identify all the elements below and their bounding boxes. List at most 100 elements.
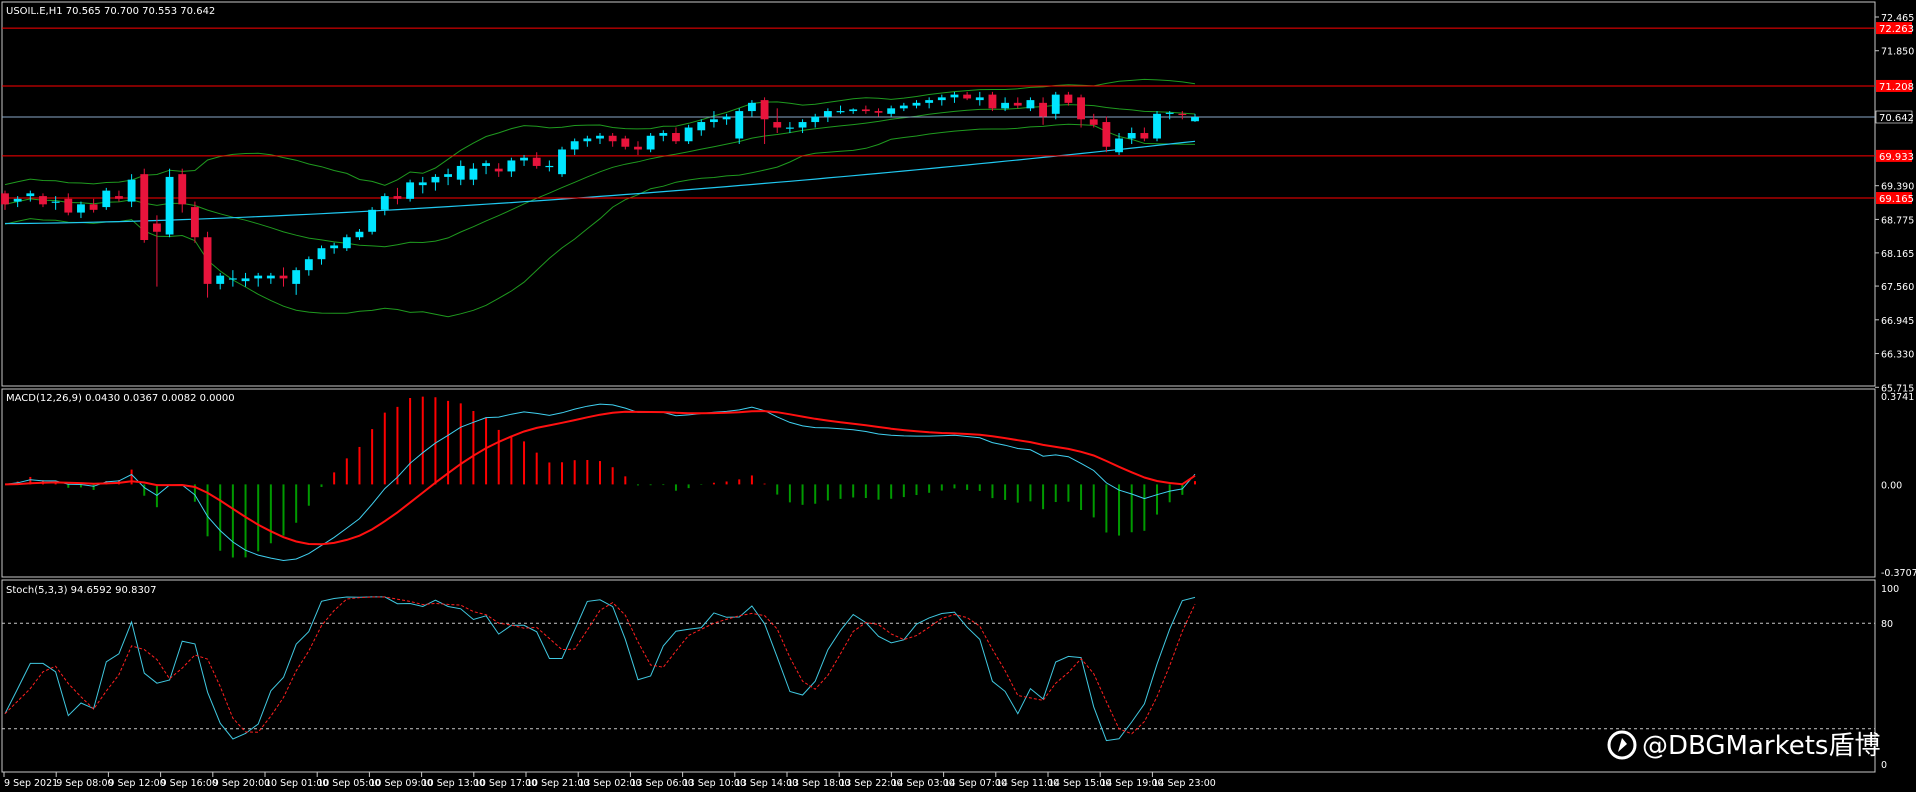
bid-tag-label: 70.642 (1879, 113, 1914, 124)
candle-body (380, 196, 389, 210)
candle-body (1089, 119, 1098, 125)
stoch-tick-label: 100 (1881, 584, 1899, 595)
candle-body (583, 138, 592, 142)
candle-body (165, 176, 174, 235)
candle-body (127, 179, 136, 202)
time-tick-label: 9 Sep 12:00 (108, 778, 165, 789)
level-tag-label: 69.165 (1879, 194, 1914, 205)
candle-body (570, 141, 579, 150)
macd-tick-label: -0.3707 (1881, 568, 1916, 579)
candle-body (621, 138, 630, 147)
stoch-header: Stoch(5,3,3) 94.6592 90.8307 (6, 585, 157, 596)
macd-panel-frame (1, 388, 1876, 578)
candle-body (887, 108, 896, 114)
candle-body (963, 94, 972, 99)
candle-body (456, 165, 465, 180)
candle-body (760, 100, 769, 120)
candle-body (507, 160, 516, 172)
price-tick-label: 66.945 (1881, 316, 1914, 327)
candle-body (342, 237, 351, 249)
price-tick-label: 68.165 (1881, 249, 1914, 260)
candle-body (1001, 102, 1010, 109)
candle-body (482, 163, 490, 166)
candle-body (51, 201, 60, 203)
candle-body (292, 270, 301, 284)
stoch-panel-frame (1, 579, 1876, 773)
candle-body (646, 135, 655, 150)
candle-body (494, 168, 503, 172)
candle-body (279, 275, 288, 279)
stoch-tick-label: 80 (1881, 619, 1893, 630)
watermark-text: @DBGMarkets盾博 (1642, 731, 1880, 761)
candle-body (203, 237, 212, 284)
level-tag-label: 69.933 (1879, 152, 1914, 163)
logo-flame-icon (1618, 738, 1627, 752)
candle-body (254, 275, 263, 279)
candle-body (874, 111, 883, 113)
macd-tick-label: 0.3741 (1881, 392, 1914, 403)
macd-layer (4, 396, 1196, 562)
candle-body (1140, 133, 1149, 139)
candle-body (64, 198, 73, 213)
candle-body (77, 204, 85, 213)
candle-body (1178, 113, 1187, 116)
candle-body (735, 111, 744, 139)
candle-body (140, 174, 149, 240)
candle-body (1102, 122, 1111, 147)
candle-body (659, 133, 668, 136)
candle-body (26, 193, 35, 197)
candle-body (1191, 117, 1199, 122)
price-tick-label: 69.390 (1881, 182, 1914, 193)
candle-body (950, 94, 959, 98)
candle-body (672, 133, 680, 142)
bollinger-upper (4, 78, 1196, 186)
candle-body (722, 116, 731, 120)
candle-body (634, 146, 642, 150)
candle-body (899, 105, 908, 109)
time-tick-label: 9 Sep 2021 (4, 778, 58, 789)
candle-body (988, 94, 997, 109)
candle-body (266, 275, 275, 279)
candle-body (444, 174, 453, 177)
candle-body (102, 190, 111, 208)
level-tag-label: 71.208 (1879, 82, 1914, 93)
time-tick-label: 9 Sep 20:00 (213, 778, 270, 789)
macd-tick-label: 0.00 (1881, 480, 1902, 491)
candle-body (532, 157, 541, 166)
candle-body (710, 119, 718, 123)
candle-body (152, 223, 161, 232)
candle-body (393, 196, 402, 199)
candle-body (608, 135, 617, 142)
candle-body (785, 127, 794, 129)
price-tick-label: 67.560 (1881, 282, 1914, 293)
candle-body (1115, 138, 1123, 153)
candle-body (912, 102, 921, 106)
candle-body (937, 97, 946, 101)
candle-body (811, 116, 820, 123)
candle-body (975, 97, 984, 101)
stoch-main-line (4, 596, 1196, 742)
candle-body (836, 111, 845, 113)
candle-body (697, 122, 706, 131)
candle-body (1039, 102, 1048, 117)
candle-body (1013, 102, 1022, 106)
main-panel-frame (1, 1, 1876, 387)
price-tick-label: 72.465 (1881, 13, 1914, 24)
candle-body (317, 248, 326, 260)
time-tick-label: 9 Sep 16:00 (161, 778, 218, 789)
candle-body (747, 102, 756, 112)
stoch-signal-line (4, 596, 1196, 735)
candle-body (925, 100, 934, 103)
candle-body (469, 168, 478, 180)
time-tick-label: 14 Sep 23:00 (1152, 778, 1215, 789)
price-tick-label: 68.775 (1881, 215, 1914, 226)
candle-body (773, 122, 782, 128)
candle-body (406, 182, 415, 199)
candle-body (861, 109, 870, 112)
candle-body (545, 165, 554, 168)
bollinger-lower (4, 123, 1196, 318)
candle-body (1064, 94, 1073, 103)
candle-body (115, 196, 123, 199)
price-chart[interactable]: 72.263 71.208 69.933 69.165 70.642 72.465 71.… (0, 0, 1916, 792)
candle-body (89, 204, 98, 210)
